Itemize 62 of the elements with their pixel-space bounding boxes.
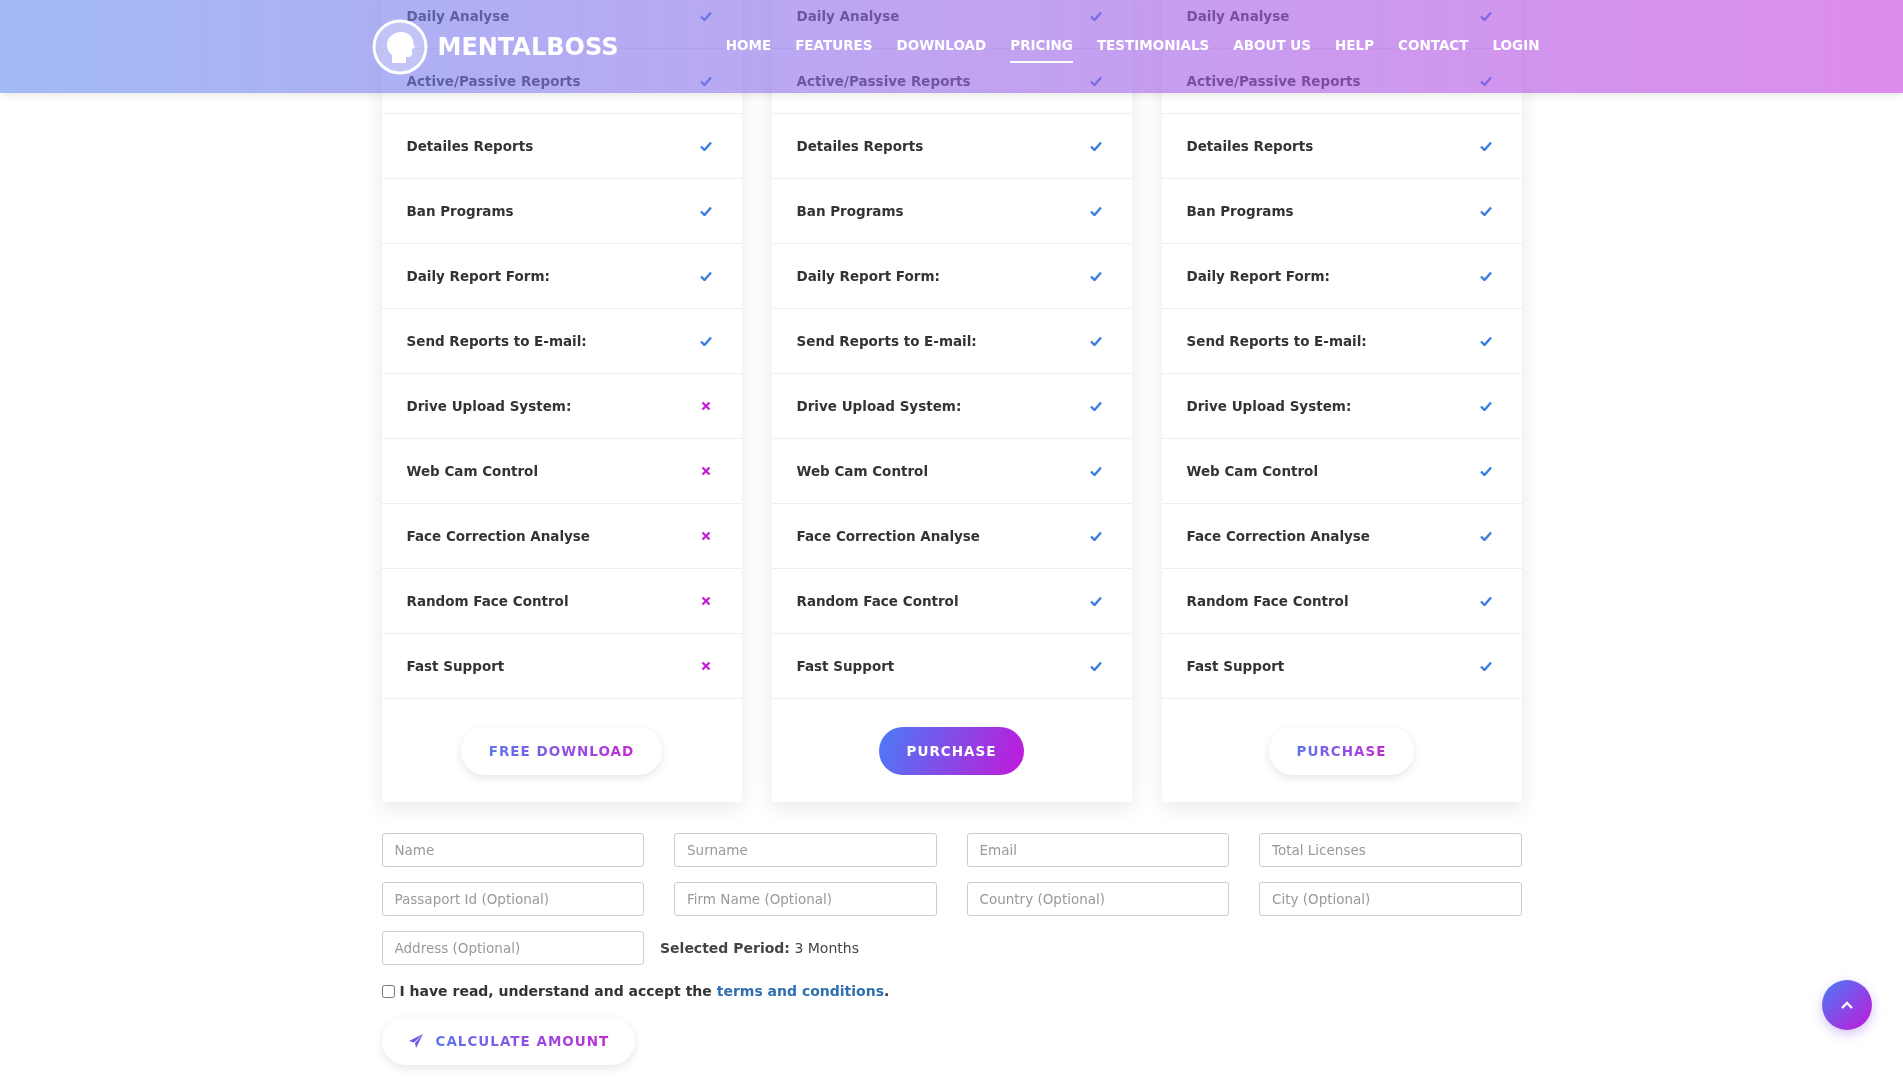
input-field[interactable]: Surname — [674, 833, 937, 867]
nav-link[interactable]: FEATURES — [795, 30, 873, 63]
input-field[interactable]: City (Optional) — [1259, 882, 1522, 916]
feature-label: Random Face Control — [406, 593, 569, 609]
nav-link[interactable]: HOME — [725, 30, 772, 63]
input-field[interactable]: Email — [966, 833, 1229, 867]
feature-label: Face Correction Analyse — [796, 528, 980, 544]
feature-label: Drive Upload System: — [796, 398, 962, 414]
feature-label: Fast Support — [796, 658, 895, 674]
chevron-up-icon — [1840, 1000, 1854, 1010]
input-field[interactable]: Firm Name (Optional) — [674, 882, 937, 916]
feature-label: Send Reports to E-mail: — [406, 333, 587, 349]
nav-link[interactable]: CONTACT — [1398, 30, 1469, 63]
feature-label: Detailes Reports — [796, 138, 924, 154]
plan-button[interactable]: PURCHASE — [1268, 726, 1415, 775]
brand-name[interactable]: MENTALBOSS — [437, 32, 619, 61]
plan-button[interactable]: FREE DOWNLOAD — [460, 726, 663, 775]
feature-label: Active/Passive Reports — [406, 73, 581, 89]
feature-label: Send Reports to E-mail: — [1186, 333, 1367, 349]
input-field[interactable]: Country (Optional) — [966, 882, 1229, 916]
feature-label: Ban Programs — [406, 203, 514, 219]
agreement-text: I have read, understand and accept the terms and conditions. — [399, 983, 890, 999]
terms-link[interactable]: terms and conditions — [716, 983, 885, 999]
selected-period: Selected Period: 3 Months — [660, 940, 860, 956]
feature-label: Send Reports to E-mail: — [796, 333, 977, 349]
input-field[interactable]: Total Licenses — [1259, 833, 1522, 867]
feature-label: Fast Support — [406, 658, 505, 674]
feature-label: Random Face Control — [1186, 593, 1349, 609]
input-field[interactable]: Address (Optional) — [381, 931, 644, 965]
feature-label: Ban Programs — [796, 203, 904, 219]
nav-link[interactable]: TESTIMONIALS — [1096, 30, 1210, 63]
feature-label: Fast Support — [1186, 658, 1285, 674]
feature-label: Daily Report Form: — [796, 268, 940, 284]
feature-label: Drive Upload System: — [406, 398, 572, 414]
feature-label: Daily Report Form: — [406, 268, 550, 284]
feature-label: Detailes Reports — [406, 138, 534, 154]
calculate-amount-button[interactable]: CALCULATE AMOUNT — [381, 1017, 636, 1065]
feature-label: Active/Passive Reports — [1186, 73, 1361, 89]
feature-label: Face Correction Analyse — [1186, 528, 1370, 544]
feature-label: Random Face Control — [796, 593, 959, 609]
feature-label: Web Cam Control — [796, 463, 929, 479]
purchase-button[interactable]: PURCHASE — [878, 726, 1025, 775]
feature-label: Web Cam Control — [406, 463, 539, 479]
feature-label: Face Correction Analyse — [406, 528, 590, 544]
feature-label: Daily Analyse — [406, 8, 510, 24]
feature-label: Ban Programs — [1186, 203, 1294, 219]
feature-label: Active/Passive Reports — [796, 73, 971, 89]
paper-plane-icon — [407, 1033, 424, 1049]
nav-link[interactable]: ABOUT US — [1233, 30, 1312, 63]
feature-label: Daily Report Form: — [1186, 268, 1330, 284]
nav-link[interactable]: DOWNLOAD — [896, 30, 987, 63]
input-field[interactable]: Passaport Id (Optional) — [381, 882, 644, 916]
feature-label: Detailes Reports — [1186, 138, 1314, 154]
agreement-checkbox[interactable] — [381, 984, 395, 998]
scroll-to-top-button[interactable] — [1822, 980, 1872, 1030]
feature-label: Daily Analyse — [1186, 8, 1290, 24]
input-field[interactable]: Name — [381, 833, 644, 867]
feature-label: Daily Analyse — [796, 8, 900, 24]
nav-link[interactable]: HELP — [1335, 30, 1375, 63]
nav-link[interactable]: LOGIN — [1492, 30, 1540, 63]
feature-label: Web Cam Control — [1186, 463, 1319, 479]
feature-label: Drive Upload System: — [1186, 398, 1352, 414]
